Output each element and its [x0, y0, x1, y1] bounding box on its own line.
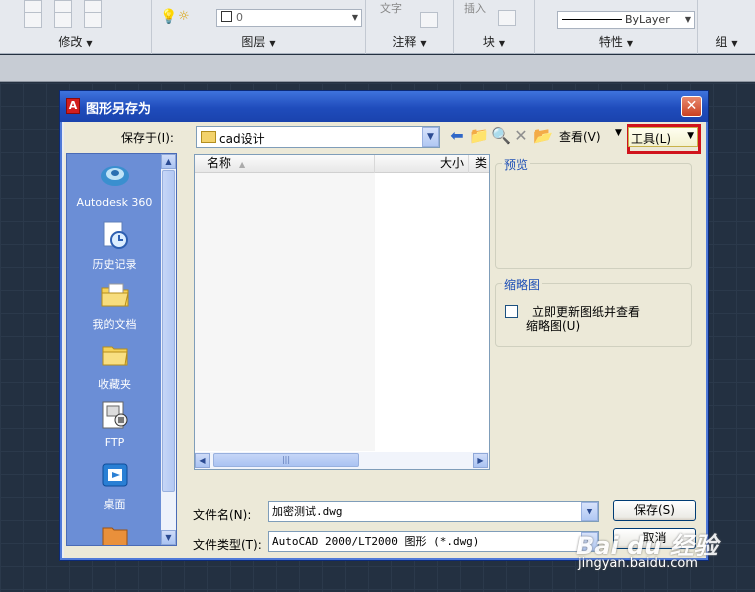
- ribbon-tool-button[interactable]: [84, 12, 102, 28]
- place-more[interactable]: [67, 516, 162, 545]
- filename-value: 加密测试.dwg: [272, 505, 343, 518]
- block-panel-label[interactable]: 块 ▼: [454, 33, 534, 50]
- favorites-icon: [102, 346, 128, 366]
- filetype-label: 文件类型(T):: [193, 538, 262, 552]
- insert-button[interactable]: 插入: [464, 0, 486, 16]
- modify-panel-label[interactable]: 修改 ▼: [0, 33, 151, 50]
- scroll-thumb[interactable]: [162, 170, 175, 492]
- preview-group: 预览: [495, 156, 692, 269]
- save-in-value: cad设计: [219, 132, 265, 146]
- place-desktop[interactable]: 桌面: [67, 456, 162, 516]
- linetype-combo[interactable]: ByLayer ▼: [557, 11, 695, 29]
- ribbon: 修改 ▼ 💡 ☼ 0 ▼ 图层 ▼ 文字 注释 ▼ 插入 块 ▼ ByLayer ▼ 特性 ▼…: [0, 0, 755, 54]
- baidu-watermark-url: jingyan.baidu.com: [578, 556, 698, 571]
- filename-input[interactable]: 加密测试.dwg ▼: [268, 501, 599, 522]
- search-web-icon[interactable]: 🔍: [491, 127, 511, 145]
- filetype-select[interactable]: AutoCAD 2000/LT2000 图形 (*.dwg) ▼: [268, 531, 599, 552]
- column-name[interactable]: 名称 ▲: [195, 155, 375, 173]
- preview-label: 预览: [502, 156, 531, 173]
- tools-menu[interactable]: 工具(L) ▼: [628, 127, 698, 147]
- documents-icon: [101, 283, 129, 307]
- sun-icon[interactable]: ☼: [178, 9, 190, 24]
- tools-label: 工具(L): [631, 132, 672, 146]
- filetype-value: AutoCAD 2000/LT2000 图形 (*.dwg): [272, 535, 480, 548]
- back-icon[interactable]: ⬅: [448, 127, 466, 145]
- group-panel: 组 ▼: [698, 0, 755, 54]
- dialog-titlebar[interactable]: A 图形另存为 ✕: [60, 91, 708, 122]
- layers-panel-label[interactable]: 图层 ▼: [152, 33, 365, 50]
- text-button[interactable]: 文字: [380, 0, 402, 16]
- place-autodesk360[interactable]: Autodesk 360: [67, 156, 162, 216]
- folder-icon: [201, 131, 216, 143]
- properties-panel: ByLayer ▼ 特性 ▼: [535, 0, 698, 54]
- save-button[interactable]: 保存(S): [613, 500, 696, 521]
- ribbon-tool-button[interactable]: [24, 12, 42, 28]
- layers-panel: 💡 ☼ 0 ▼ 图层 ▼: [152, 0, 366, 54]
- save-in-label: 保存于(I):: [121, 131, 174, 145]
- ftp-icon: [102, 401, 128, 429]
- place-history[interactable]: 历史记录: [67, 216, 162, 276]
- place-favorites[interactable]: 收藏夹: [67, 336, 162, 396]
- chevron-down-icon: ▼: [687, 131, 694, 141]
- bulb-icon[interactable]: 💡: [160, 9, 177, 25]
- place-ftp[interactable]: FTP: [67, 396, 162, 456]
- view-menu[interactable]: 查看(V): [559, 128, 601, 145]
- table-icon[interactable]: [420, 12, 438, 28]
- thumbnail-group: 缩略图 立即更新图纸并查看 缩略图(U): [495, 276, 692, 347]
- scroll-up-icon[interactable]: ▲: [161, 154, 176, 169]
- filename-label: 文件名(N):: [193, 508, 252, 522]
- desktop-icon: [102, 463, 128, 487]
- update-thumbnail-checkbox[interactable]: [505, 305, 518, 318]
- ribbon-tool-button[interactable]: [54, 12, 72, 28]
- group-panel-label[interactable]: 组 ▼: [698, 33, 755, 50]
- sort-icon: ▲: [239, 160, 246, 169]
- modify-panel: 修改 ▼: [0, 0, 152, 54]
- file-list-hscrollbar[interactable]: ◀ ||| ▶: [195, 452, 489, 469]
- cloud-icon: [101, 166, 129, 186]
- history-icon: [103, 221, 128, 249]
- autocad-logo-icon: A: [66, 98, 80, 114]
- chevron-down-icon[interactable]: ▼: [422, 127, 439, 147]
- chevron-down-icon[interactable]: ▼: [581, 502, 598, 521]
- scroll-right-icon[interactable]: ▶: [473, 453, 488, 468]
- up-folder-icon[interactable]: 📁: [469, 127, 489, 145]
- block-panel: 插入 块 ▼: [454, 0, 535, 54]
- column-size[interactable]: 大小: [375, 155, 469, 173]
- scroll-left-icon[interactable]: ◀: [195, 453, 210, 468]
- annotation-panel: 文字 注释 ▼: [366, 0, 454, 54]
- file-list-header: 名称 ▲ 大小 类: [195, 155, 489, 173]
- save-in-combo[interactable]: cad设计 ▼: [196, 126, 440, 148]
- update-thumbnail-label-2: 缩略图(U): [526, 319, 581, 333]
- delete-icon[interactable]: ✕: [512, 127, 530, 145]
- block-edit-icon[interactable]: [498, 10, 516, 26]
- column-type[interactable]: 类: [469, 155, 489, 173]
- dialog-title: 图形另存为: [86, 102, 152, 117]
- name-column-area: [195, 173, 375, 451]
- annotation-panel-label[interactable]: 注释 ▼: [366, 33, 453, 50]
- file-list[interactable]: 名称 ▲ 大小 类 ◀ ||| ▶: [194, 154, 490, 470]
- file-tab-bar: [0, 55, 755, 82]
- layer-combo[interactable]: 0 ▼: [216, 9, 362, 27]
- places-scrollbar[interactable]: ▲ ▼: [161, 154, 176, 545]
- save-as-dialog: A 图形另存为 ✕ 保存于(I): cad设计 ▼ ⬅ 📁 🔍 ✕ 📂 查看(V…: [59, 90, 709, 561]
- places-bar: Autodesk 360 历史记录 我的文档 收藏夹 FTP 桌面 ▲ ▼: [66, 153, 177, 546]
- folder-icon: [102, 527, 128, 545]
- scroll-thumb[interactable]: |||: [213, 453, 359, 467]
- thumbnail-label: 缩略图: [502, 276, 543, 293]
- properties-panel-label[interactable]: 特性 ▼: [535, 33, 697, 50]
- view-dropdown-icon[interactable]: ▼: [615, 128, 622, 138]
- new-folder-icon[interactable]: 📂: [533, 127, 553, 145]
- close-button[interactable]: ✕: [681, 96, 702, 117]
- scroll-down-icon[interactable]: ▼: [161, 530, 176, 545]
- place-my-documents[interactable]: 我的文档: [67, 276, 162, 336]
